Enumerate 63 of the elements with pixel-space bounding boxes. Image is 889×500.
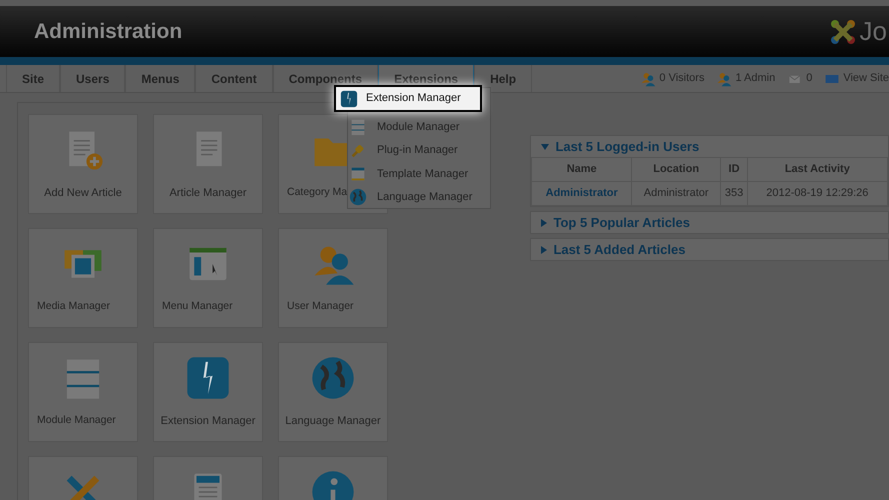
column-header: Last Activity [747, 158, 888, 182]
table-cell: Administrator [631, 182, 721, 206]
screen-icon [826, 74, 839, 82]
globe-icon [312, 357, 354, 399]
header-title: Administration [34, 18, 182, 45]
column-header: Name [532, 158, 632, 182]
panel-header[interactable]: Last 5 Logged-in Users [531, 136, 888, 157]
mail-icon [789, 74, 800, 82]
column-header: Location [631, 158, 721, 182]
logo-text: Jo [860, 15, 887, 48]
dashboard-tile[interactable]: Article Manager [153, 114, 263, 214]
users-icon [314, 246, 354, 285]
tile-label: User Manager [286, 299, 354, 314]
tile-label: Menu Manager [161, 299, 233, 314]
user-link[interactable]: Administrator [532, 182, 632, 206]
status-item[interactable]: 0 Visitors [640, 70, 704, 87]
caret-right-icon [541, 218, 548, 226]
tile-label: Article Manager [169, 186, 247, 201]
caret-down-icon [541, 144, 550, 150]
document-icon [194, 474, 222, 500]
lightning-bolt-icon [340, 90, 358, 107]
dashboard-tile[interactable]: Add New Article [28, 114, 138, 214]
lightning-bolt-icon [187, 357, 229, 399]
dashboard-tile[interactable]: User Manager [278, 228, 388, 328]
status-item[interactable]: 1 Admin [716, 70, 776, 87]
menu-tab[interactable]: Site [6, 65, 60, 92]
plug-icon [352, 144, 364, 158]
globe-icon [350, 189, 366, 206]
browser-window-icon [190, 248, 226, 280]
table-cell: 353 [720, 182, 748, 206]
column-header: ID [720, 158, 748, 182]
dashboard-tile[interactable]: Extension Manager [153, 342, 263, 442]
users-icon [718, 72, 732, 86]
tile-label: Category Ma [286, 185, 348, 200]
dashboard-tile[interactable]: Module Manager [28, 342, 138, 442]
caret-right-icon [541, 246, 548, 254]
tile-label: Language Manager [285, 414, 381, 429]
tile-label: Add New Article [44, 186, 122, 201]
photos-icon [64, 250, 102, 278]
menu-tab[interactable]: Menus [125, 65, 196, 92]
tile-label: Media Manager [36, 299, 110, 314]
panel-header[interactable]: Top 5 Popular Articles [531, 212, 888, 233]
dashboard-tile[interactable]: Menu Manager [153, 228, 263, 328]
document-add-icon [69, 132, 103, 170]
menu-tab[interactable]: Content [195, 65, 273, 92]
dashboard-tile[interactable]: Media Manager [28, 228, 138, 328]
status-item[interactable]: 0 [787, 70, 812, 87]
stack-icon [66, 360, 100, 399]
table-cell: 2012-08-19 12:29:26 [747, 182, 888, 206]
stack-icon [352, 120, 364, 135]
panel-header[interactable]: Last 5 Added Articles [531, 239, 888, 260]
users-icon [642, 72, 656, 86]
info-icon [312, 471, 354, 500]
dashboard-tile[interactable]: Language Manager [278, 342, 388, 442]
tools-icon [66, 476, 100, 500]
tile-label: Extension Manager [160, 414, 256, 429]
logo-icon [830, 20, 855, 44]
dropdown-item[interactable]: Extension Manager [334, 85, 482, 112]
menu-tab[interactable]: Users [60, 65, 126, 92]
document-icon [196, 132, 222, 166]
status-item[interactable]: View Site [824, 70, 889, 87]
window-icon [352, 167, 364, 180]
tile-label: Module Manager [36, 413, 116, 428]
